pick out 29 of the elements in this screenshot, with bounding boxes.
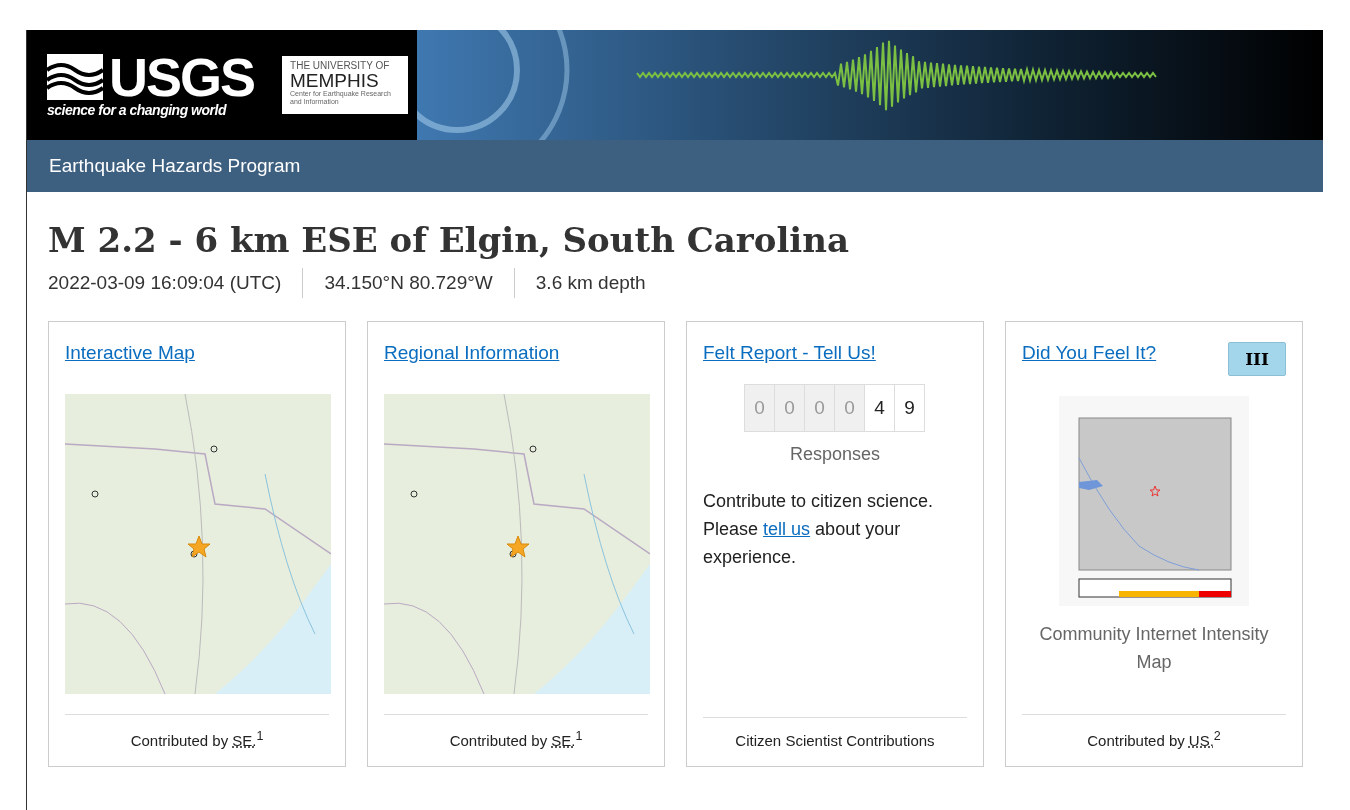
counter-digit: 9 (894, 384, 925, 432)
contributor-note: Contributed by US.$^{2}$ (1087, 732, 1221, 749)
counter-digit: 0 (744, 384, 775, 432)
map-placeholder[interactable] (65, 394, 331, 694)
intensity-badge: III (1228, 342, 1286, 376)
card-title-link[interactable]: Regional Information (384, 342, 560, 364)
program-title: Earthquake Hazards Program (49, 155, 301, 177)
contributor-note: Contributed by SE.$^{1}$ (130, 732, 264, 749)
wave-logo-icon (47, 54, 103, 100)
intensity-map-caption: Community Internet Intensity Map (1038, 623, 1270, 674)
tell-us-link[interactable]: tell us (763, 519, 811, 539)
counter-digit: 0 (804, 384, 835, 432)
intensity-map-thumbnail[interactable] (1059, 396, 1249, 606)
event-title: M 2.2 - 6 km ESE of Elgin, South Carolina (48, 220, 851, 260)
contribute-text: Contribute to citizen science. Please tell us about your experience. (703, 490, 935, 569)
event-detail: 34.150°N 80.729°W (302, 268, 514, 298)
usgs-logo[interactable]: USGS science for a changing world (47, 52, 255, 118)
counter-digit: 0 (774, 384, 805, 432)
contributor-note: Citizen Scientist Contributions (735, 732, 935, 749)
event-detail: 2022-03-09 16:09:04 (UTC) (48, 271, 283, 295)
map-placeholder[interactable] (384, 394, 650, 694)
card-title-link[interactable]: Did You Feel It? (1022, 342, 1157, 364)
counter-digit: 4 (864, 384, 895, 432)
counter-label: Responses (788, 444, 882, 465)
contributor-note: Contributed by SE.$^{1}$ (449, 732, 583, 749)
event-detail: 3.6 km depth (513, 268, 667, 298)
card-title-link[interactable]: Felt Report - Tell Us! (703, 342, 876, 364)
card-title-link[interactable]: Interactive Map (65, 342, 195, 364)
counter-digit: 0 (834, 384, 865, 432)
